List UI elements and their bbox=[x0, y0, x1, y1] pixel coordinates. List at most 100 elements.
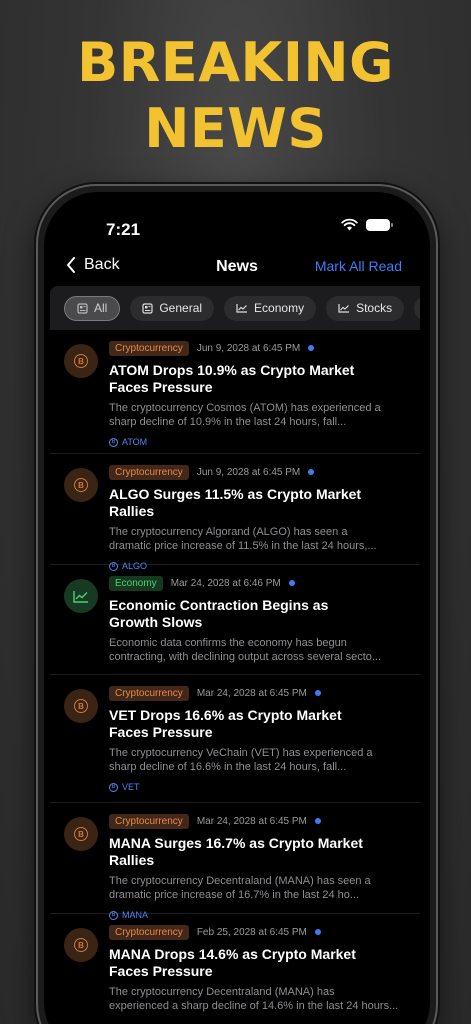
unread-dot bbox=[308, 345, 315, 351]
filter-chip-crypto[interactable] bbox=[414, 295, 420, 321]
news-title: ALGO Surges 11.5% as Crypto Market Ralli… bbox=[109, 486, 362, 519]
mark-all-read-button[interactable]: Mark All Read bbox=[315, 258, 402, 274]
bitcoin-icon: B bbox=[74, 938, 88, 952]
crypto-avatar: B bbox=[64, 468, 98, 502]
economy-avatar bbox=[64, 579, 98, 613]
news-description-line: The cryptocurrency Cosmos (ATOM) has exp… bbox=[109, 402, 381, 414]
news-description-line: contracting, with declining output acros… bbox=[109, 651, 382, 663]
news-description-line: experienced a sharp decline of 14.6% in … bbox=[109, 1000, 399, 1012]
filter-label: General bbox=[159, 301, 203, 315]
bitcoin-icon: B bbox=[109, 437, 118, 447]
category-badge: Cryptocurrency bbox=[109, 924, 189, 940]
news-date: Jun 9, 2028 at 6:45 PM bbox=[196, 466, 301, 478]
unread-dot bbox=[308, 469, 315, 475]
news-date: Jun 9, 2028 at 6:45 PM bbox=[196, 342, 301, 354]
filter-chip-general[interactable]: General bbox=[130, 295, 215, 321]
filter-label: Stocks bbox=[356, 301, 393, 315]
unread-dot bbox=[288, 580, 295, 586]
news-date: Mar 24, 2028 at 6:46 PM bbox=[170, 577, 281, 589]
news-item[interactable]: B Cryptocurrency Feb 25, 2028 at 6:45 PM… bbox=[50, 914, 420, 1024]
news-description-line: The cryptocurrency Decentraland (MANA) h… bbox=[109, 875, 371, 887]
crypto-avatar: B bbox=[64, 817, 98, 851]
news-title-line: Faces Pressure bbox=[109, 379, 213, 395]
crypto-avatar: B bbox=[64, 928, 98, 962]
bitcoin-icon: B bbox=[74, 699, 88, 713]
phone-frame: 7:21 Back News Mark All Read All General… bbox=[36, 184, 438, 1024]
news-description: The cryptocurrency Algorand (ALGO) has s… bbox=[109, 525, 410, 553]
filter-bar: All General Economy Stocks bbox=[50, 286, 420, 330]
chart-line-icon bbox=[236, 304, 248, 313]
news-description-line: The cryptocurrency Algorand (ALGO) has s… bbox=[109, 526, 348, 538]
wifi-icon bbox=[341, 218, 358, 231]
category-badge: Cryptocurrency bbox=[109, 340, 189, 356]
news-title: ATOM Drops 10.9% as Crypto Market Faces … bbox=[109, 362, 410, 396]
news-title-line: Growth Slows bbox=[109, 614, 203, 630]
news-description-line: sharp decline of 10.9% in the last 24 ho… bbox=[109, 416, 347, 428]
news-title: MANA Drops 14.6% as Crypto Market Faces … bbox=[109, 946, 410, 980]
news-description-line: dramatic price increase of 11.5% in the … bbox=[109, 540, 377, 552]
phone-screen: 7:21 Back News Mark All Read All General… bbox=[44, 192, 430, 1024]
news-item[interactable]: B Cryptocurrency Mar 24, 2028 at 6:45 PM… bbox=[50, 675, 420, 803]
news-title: VET Drops 16.6% as Crypto Market Faces P… bbox=[109, 707, 410, 741]
chart-line-icon bbox=[338, 304, 350, 313]
filter-label: All bbox=[94, 301, 108, 315]
news-item[interactable]: B Cryptocurrency Jun 9, 2028 at 6:45 PM … bbox=[50, 454, 420, 571]
news-description: The cryptocurrency Decentraland (MANA) h… bbox=[109, 874, 410, 902]
news-title-line: VET Drops 16.6% as Crypto Market bbox=[109, 707, 342, 723]
promo-line-1: BREAKING bbox=[77, 31, 394, 94]
filter-label: Economy bbox=[254, 301, 305, 315]
category-badge: Cryptocurrency bbox=[109, 464, 189, 480]
coin-tag[interactable]: B VET bbox=[109, 782, 410, 792]
newspaper-icon bbox=[142, 302, 153, 314]
chart-line-icon bbox=[73, 590, 88, 603]
status-time: 7:21 bbox=[106, 220, 141, 239]
news-description: The cryptocurrency Decentraland (MANA) h… bbox=[109, 985, 410, 1013]
coin-tag-label: VET bbox=[122, 782, 140, 792]
filter-chip-stocks[interactable]: Stocks bbox=[326, 295, 405, 321]
promo-line-2: NEWS bbox=[144, 97, 327, 160]
news-date: Mar 24, 2028 at 6:45 PM bbox=[196, 815, 307, 827]
status-icons bbox=[341, 218, 393, 231]
news-item[interactable]: Economy Mar 24, 2028 at 6:46 PM Economic… bbox=[50, 565, 420, 675]
news-description-line: The cryptocurrency VeChain (VET) has exp… bbox=[109, 747, 373, 759]
category-badge: Cryptocurrency bbox=[109, 813, 189, 829]
news-title: Economic Contraction Begins as Growth Sl… bbox=[109, 597, 410, 631]
news-list: B Cryptocurrency Jun 9, 2028 at 6:45 PM … bbox=[50, 330, 420, 1024]
bitcoin-icon: B bbox=[74, 354, 88, 368]
layers-icon bbox=[77, 302, 88, 314]
news-date: Mar 24, 2028 at 6:45 PM bbox=[196, 687, 307, 699]
unread-dot bbox=[314, 929, 321, 935]
filter-chip-economy[interactable]: Economy bbox=[224, 295, 317, 321]
coin-tag-label: ATOM bbox=[122, 437, 148, 447]
news-description-line: The cryptocurrency Decentraland (MANA) h… bbox=[109, 986, 335, 998]
crypto-avatar: B bbox=[64, 344, 98, 378]
news-title: MANA Surges 16.7% as Crypto Market Ralli… bbox=[109, 835, 363, 868]
category-badge: Cryptocurrency bbox=[109, 685, 189, 701]
coin-tag[interactable]: B ATOM bbox=[109, 437, 410, 447]
nav-bar: Back News Mark All Read bbox=[44, 252, 430, 288]
news-description: The cryptocurrency VeChain (VET) has exp… bbox=[109, 746, 410, 774]
news-item[interactable]: B Cryptocurrency Mar 24, 2028 at 6:45 PM… bbox=[50, 803, 420, 920]
bitcoin-icon: B bbox=[74, 478, 88, 492]
news-title-line: Faces Pressure bbox=[109, 724, 213, 740]
filter-chip-all[interactable]: All bbox=[64, 295, 121, 321]
bitcoin-icon: B bbox=[109, 782, 118, 792]
news-description: Economic data confirms the economy has b… bbox=[109, 636, 410, 664]
news-description-line: Economic data confirms the economy has b… bbox=[109, 637, 347, 649]
news-item[interactable]: B Cryptocurrency Jun 9, 2028 at 6:45 PM … bbox=[50, 330, 420, 454]
news-title-line: Economic Contraction Begins as bbox=[109, 597, 329, 613]
battery-icon bbox=[366, 218, 393, 231]
promo-headline: BREAKING NEWS bbox=[0, 30, 471, 162]
category-badge: Economy bbox=[109, 575, 163, 591]
news-title-line: MANA Drops 14.6% as Crypto Market bbox=[109, 946, 356, 962]
news-title-line: ATOM Drops 10.9% as Crypto Market bbox=[109, 362, 355, 378]
bitcoin-icon: B bbox=[74, 827, 88, 841]
unread-dot bbox=[314, 818, 321, 824]
news-title-line: Faces Pressure bbox=[109, 963, 213, 979]
news-date: Feb 25, 2028 at 6:45 PM bbox=[196, 926, 307, 938]
unread-dot bbox=[314, 690, 321, 696]
crypto-avatar: B bbox=[64, 689, 98, 723]
news-description: The cryptocurrency Cosmos (ATOM) has exp… bbox=[109, 401, 410, 429]
news-description-line: dramatic price increase of 16.7% in the … bbox=[109, 889, 360, 901]
news-description-line: sharp decline of 16.6% in the last 24 ho… bbox=[109, 761, 347, 773]
